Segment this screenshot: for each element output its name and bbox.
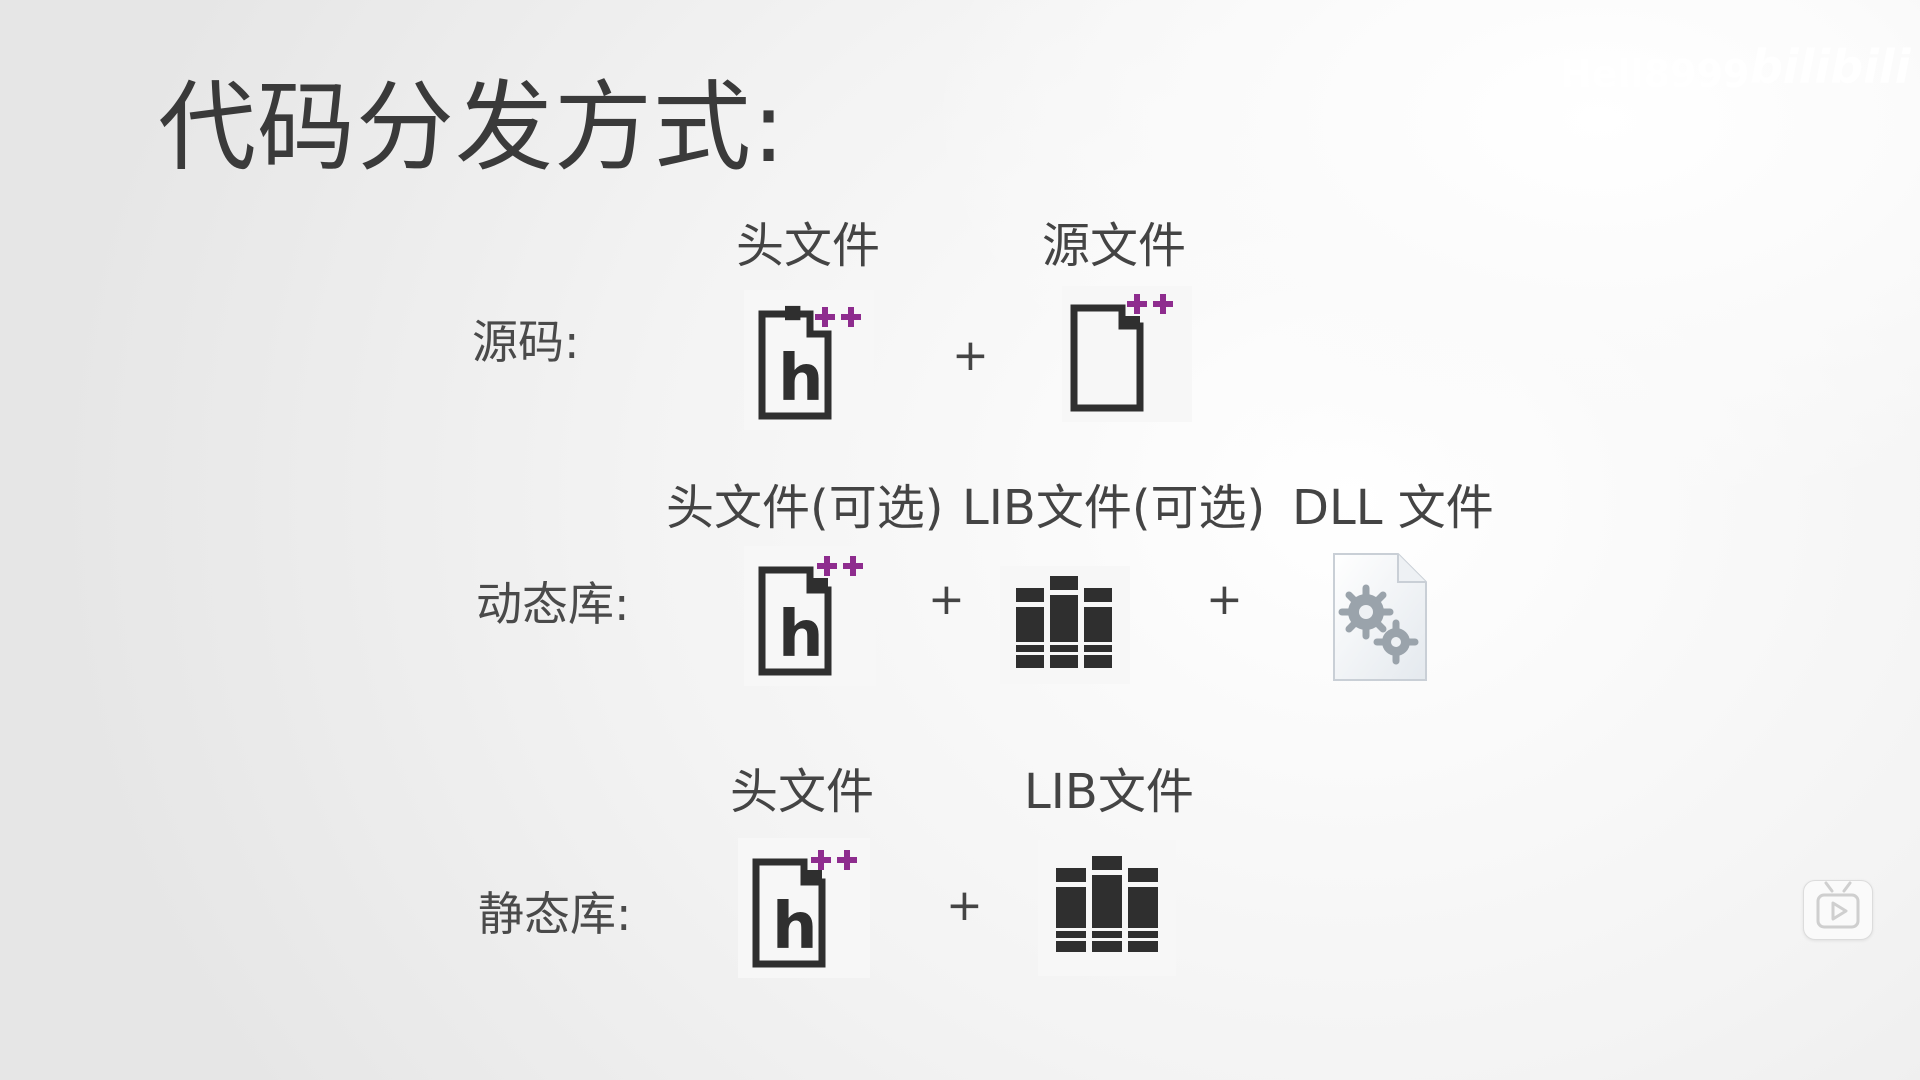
caption-static-header: 头文件	[730, 764, 875, 820]
lib-file-icon	[1000, 566, 1130, 684]
plus-operator: +	[952, 330, 989, 381]
cpp-header-file-icon: h	[744, 290, 874, 430]
bilibili-tv-icon	[1816, 881, 1860, 929]
row-label-dynamic: 动态库:	[476, 577, 630, 631]
caption-dynamic-dll: DLL 文件	[1292, 480, 1494, 536]
plus-operator: +	[946, 880, 983, 931]
slide-title: 代码分发方式:	[158, 71, 787, 185]
lib-file-icon	[1038, 840, 1176, 976]
dll-file-icon	[1330, 550, 1430, 684]
uploader-watermark: Hell8999	[1560, 52, 1750, 96]
caption-static-lib: LIB文件	[1024, 764, 1194, 820]
cpp-header-file-icon: h	[738, 838, 870, 978]
bilibili-logo-text: bilibili	[1750, 40, 1911, 94]
plus-operator: +	[928, 574, 965, 625]
plus-operator: +	[1206, 574, 1243, 625]
caption-source-header: 头文件	[736, 218, 881, 274]
caption-dynamic-lib: LIB文件(可选)	[962, 480, 1266, 536]
bilibili-tv-button[interactable]	[1803, 880, 1873, 940]
svg-text:h: h	[778, 598, 824, 672]
svg-text:h: h	[778, 342, 824, 416]
bilibili-logo: bilibili	[1750, 40, 1910, 94]
row-label-static: 静态库:	[478, 887, 632, 941]
svg-text:h: h	[772, 890, 818, 964]
caption-dynamic-header: 头文件(可选)	[666, 480, 944, 536]
caption-source-file: 源文件	[1042, 218, 1187, 274]
row-label-source: 源码:	[472, 315, 580, 369]
cpp-header-file-icon: h	[744, 546, 876, 686]
cpp-source-file-icon	[1062, 286, 1192, 422]
